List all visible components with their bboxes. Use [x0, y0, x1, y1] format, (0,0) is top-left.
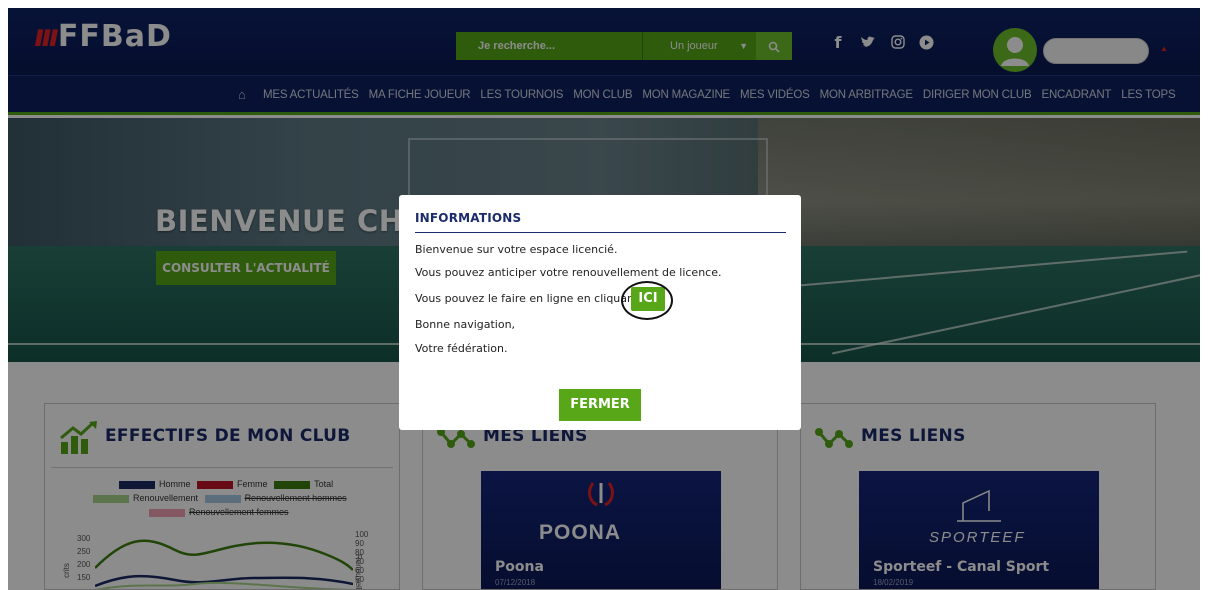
informations-modal: INFORMATIONS Bienvenue sur votre espace … — [399, 195, 801, 430]
fermer-button[interactable]: FERMER — [559, 389, 641, 421]
highlight-circle — [621, 281, 673, 320]
modal-text-line: Bienvenue sur votre espace licencié. — [415, 243, 618, 256]
divider — [415, 232, 786, 233]
modal-text-line: Votre fédération. — [415, 342, 508, 355]
modal-text-line: Bonne navigation, — [415, 318, 516, 331]
modal-title: INFORMATIONS — [415, 211, 522, 225]
modal-text-line: Vous pouvez anticiper votre renouvelleme… — [415, 266, 722, 279]
modal-text-line: Vous pouvez le faire en ligne en cliquan… — [415, 292, 639, 305]
